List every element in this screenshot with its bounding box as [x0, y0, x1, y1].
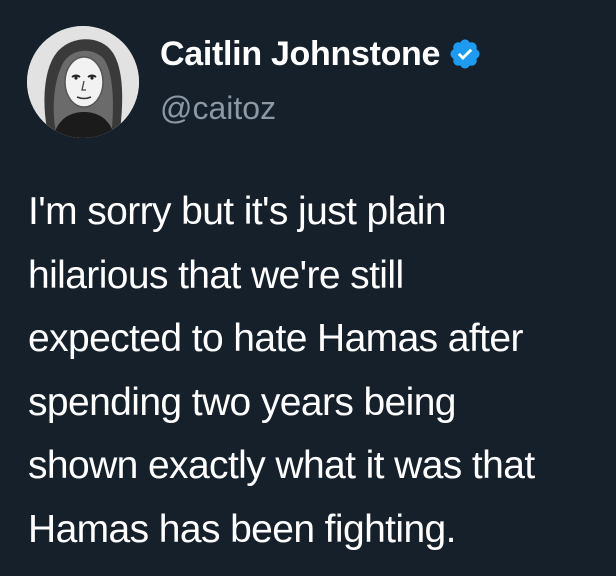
author-name-row: Caitlin Johnstone	[160, 32, 482, 76]
tweet-text-line: expected to hate Hamas after	[28, 317, 523, 360]
tweet-text-line: I'm sorry but it's just plain	[28, 190, 447, 233]
tweet-card: Caitlin Johnstone @caitoz I'm sorry but …	[0, 0, 616, 576]
avatar[interactable]	[27, 26, 139, 138]
author-display-name[interactable]: Caitlin Johnstone	[160, 35, 440, 74]
tweet-text-line: spending two years being	[28, 380, 457, 424]
tweet-text-line: Hamas has been fighting.	[28, 507, 456, 551]
tweet-text: I'm sorry but it's just plain hilarious …	[28, 180, 600, 561]
tweet-text-line: shown exactly what it was that	[28, 444, 535, 487]
avatar-portrait-icon	[27, 26, 139, 138]
verified-badge-icon	[448, 37, 482, 71]
tweet-text-line: hilarious that we're still	[28, 253, 404, 297]
author-handle[interactable]: @caitoz	[160, 90, 276, 127]
